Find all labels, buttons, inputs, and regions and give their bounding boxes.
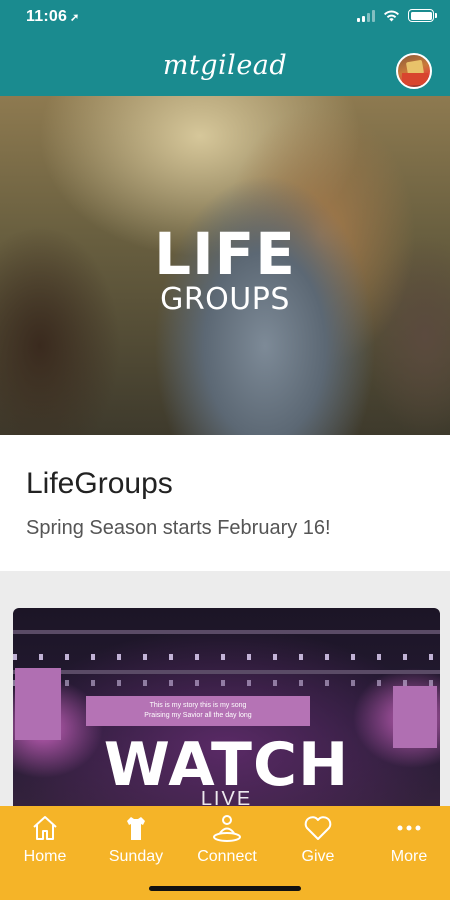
brand-logo: mtgilead [162, 50, 288, 81]
tab-more[interactable]: More [369, 812, 449, 866]
tab-connect-label: Connect [197, 848, 257, 865]
lifegroups-card[interactable]: LifeGroups Spring Season starts February… [0, 435, 450, 571]
lyrics-line-2: Praising my Savior all the day long [144, 712, 252, 719]
watch-live-card[interactable]: This is my story this is my song Praisin… [13, 608, 440, 838]
tab-home[interactable]: Home [5, 812, 85, 866]
tab-more-label: More [390, 848, 428, 865]
shirt-icon [96, 812, 176, 844]
cellular-signal-icon [357, 9, 375, 22]
tab-connect[interactable]: Connect [187, 812, 267, 866]
battery-icon [408, 9, 437, 22]
card-title: LifeGroups [26, 467, 173, 500]
status-time-text: 11:06 [26, 8, 68, 25]
location-arrow-icon: ➚ [70, 12, 80, 24]
tab-give-label: Give [301, 848, 335, 865]
lifegroups-hero-image[interactable]: LIFE GROUPS [0, 96, 450, 435]
status-time: 11:06 ➚ [26, 8, 79, 26]
status-bar: 11:06 ➚ [0, 0, 450, 36]
hero-title-small: GROUPS [160, 282, 290, 317]
home-icon [5, 812, 85, 844]
more-icon [369, 812, 449, 844]
tab-sunday-label: Sunday [108, 848, 164, 865]
wifi-icon [384, 10, 399, 21]
tab-sunday[interactable]: Sunday [96, 812, 176, 866]
hero-title-big: LIFE [154, 220, 296, 288]
home-indicator [149, 886, 301, 891]
card-subtitle: Spring Season starts February 16! [26, 517, 331, 539]
people-icon [187, 812, 267, 844]
tab-home-label: Home [23, 848, 67, 865]
lyrics-line-1: This is my story this is my song [149, 702, 247, 709]
tab-give[interactable]: Give [278, 812, 358, 866]
app-header: 11:06 ➚ mtgilead [0, 0, 450, 96]
profile-avatar[interactable] [396, 53, 432, 89]
heart-icon [278, 812, 358, 844]
hero-title: LIFE GROUPS [0, 224, 450, 316]
stage-lyrics-screen: This is my story this is my song Praisin… [86, 696, 310, 726]
status-icons [357, 9, 437, 22]
